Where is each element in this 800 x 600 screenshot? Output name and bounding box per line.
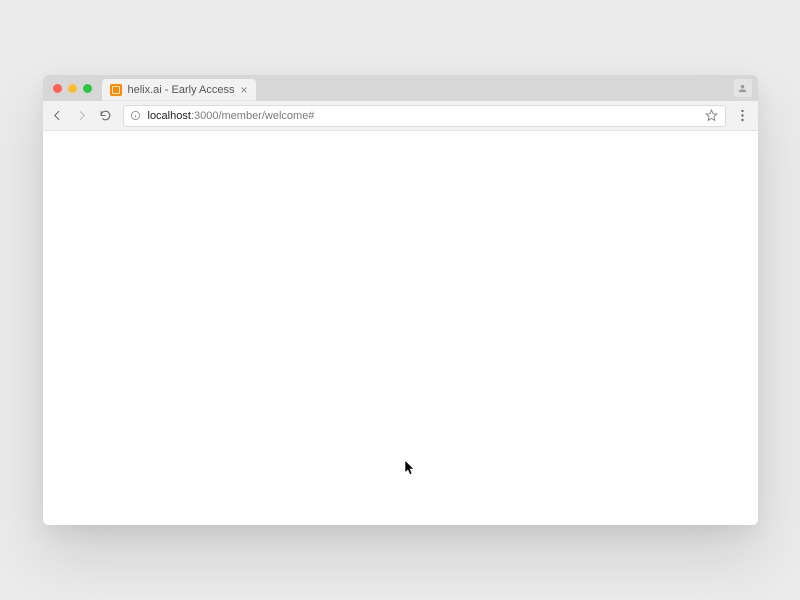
reload-icon [99,109,112,122]
new-tab-button[interactable] [260,83,280,101]
arrow-right-icon [75,109,88,122]
browser-tab[interactable]: helix.ai - Early Access × [102,79,256,101]
back-button[interactable] [51,109,65,123]
page-viewport [43,131,758,525]
cursor-icon [405,461,415,475]
bookmark-button[interactable] [705,109,719,123]
window-close-button[interactable] [53,84,62,93]
window-minimize-button[interactable] [68,84,77,93]
tab-strip: helix.ai - Early Access × [43,75,758,101]
kebab-icon [741,109,744,122]
profile-button[interactable] [734,79,752,97]
forward-button[interactable] [75,109,89,123]
site-info-button[interactable] [130,110,142,122]
info-icon [130,110,141,121]
arrow-left-icon [51,109,64,122]
window-controls [49,75,102,101]
url-path: :3000/member/welcome# [191,110,315,122]
tab-title: helix.ai - Early Access [128,84,235,96]
reload-button[interactable] [99,109,113,123]
window-maximize-button[interactable] [83,84,92,93]
tab-close-button[interactable]: × [240,84,247,96]
url-host: localhost [148,110,191,122]
browser-window: helix.ai - Early Access × localhost:3000… [43,75,758,525]
favicon-icon [110,84,122,96]
star-icon [705,109,718,122]
address-bar[interactable]: localhost:3000/member/welcome# [123,105,726,127]
user-icon [737,83,748,94]
browser-menu-button[interactable] [736,109,750,123]
url-text: localhost:3000/member/welcome# [148,110,699,122]
toolbar: localhost:3000/member/welcome# [43,101,758,131]
